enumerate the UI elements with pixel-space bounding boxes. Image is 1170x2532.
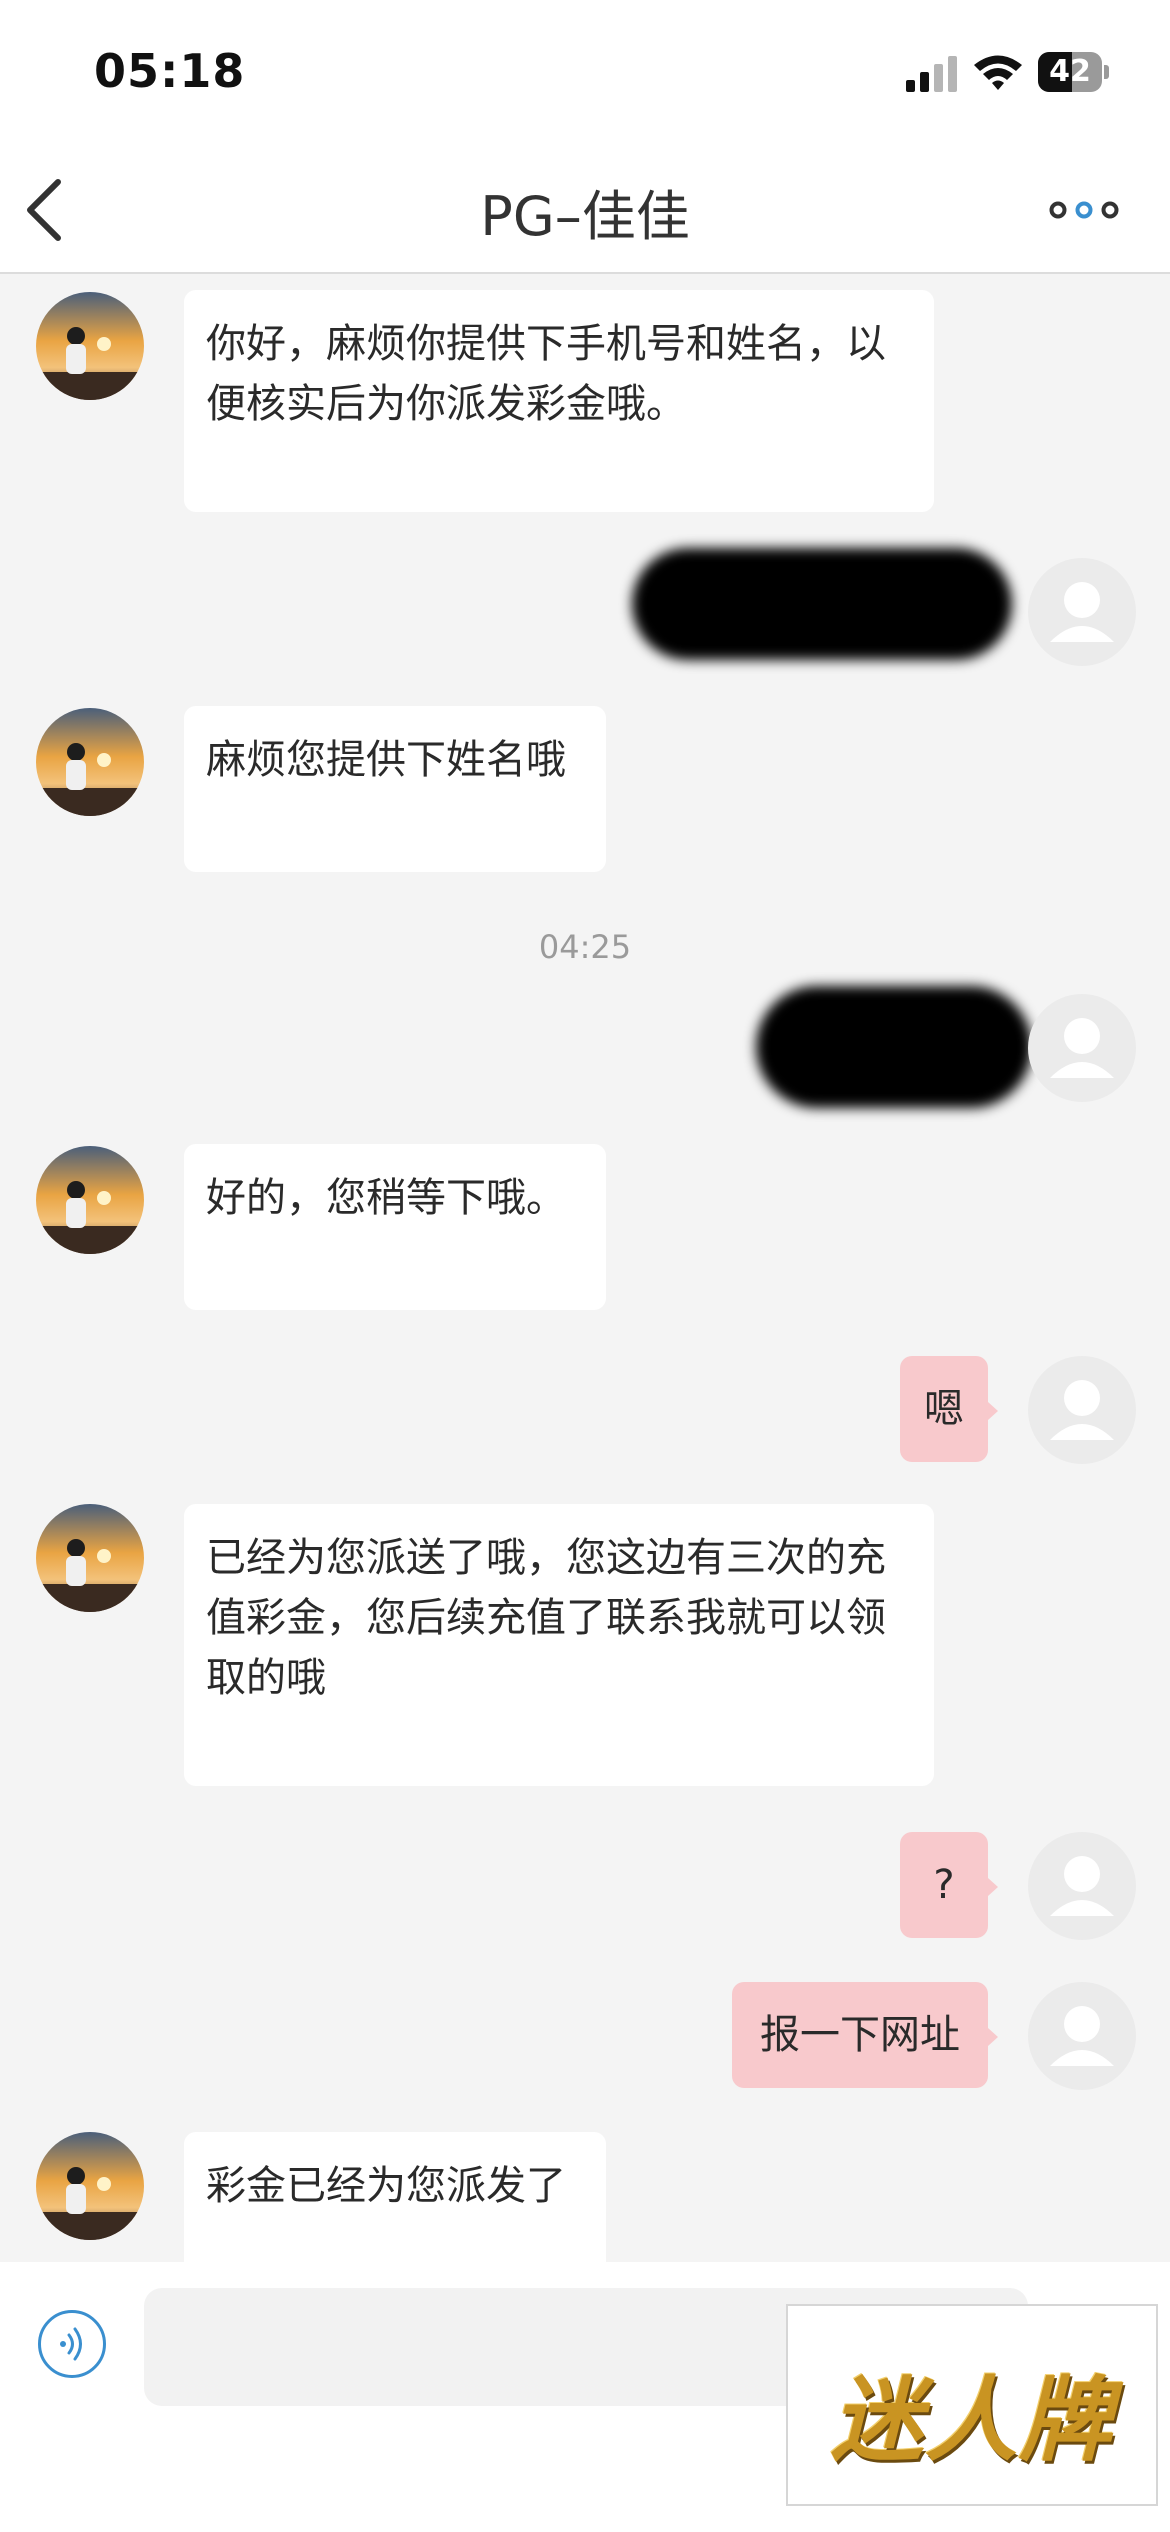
contact-avatar[interactable] <box>36 292 144 400</box>
input-bar: 迷人牌 <box>0 2262 1170 2532</box>
watermark-text: 迷人牌 <box>830 2366 1113 2474</box>
message-bubble[interactable]: 好的，您稍等下哦。 <box>184 1144 606 1310</box>
user-avatar[interactable] <box>1028 558 1136 666</box>
user-avatar[interactable] <box>1028 994 1136 1102</box>
message-bubble[interactable]: 麻烦您提供下姓名哦 <box>184 706 606 872</box>
message-bubble[interactable]: 报一下网址 <box>732 1982 998 2088</box>
wifi-icon <box>974 55 1022 90</box>
message-timestamp: 04:25 <box>538 928 632 966</box>
message-bubble[interactable]: 已经为您派送了哦，您这边有三次的充值彩金，您后续充值了联系我就可以领取的哦 <box>184 1504 934 1786</box>
status-bar: 05:18 42 <box>0 0 1170 150</box>
user-avatar[interactable] <box>1028 1356 1136 1464</box>
signal-icon <box>906 56 957 92</box>
contact-avatar[interactable] <box>36 708 144 816</box>
message-bubble[interactable]: ? <box>900 1832 998 1938</box>
redacted-message <box>632 548 1012 660</box>
message-bubble[interactable]: 嗯 <box>900 1356 998 1462</box>
contact-avatar[interactable] <box>36 1146 144 1254</box>
message-bubble[interactable]: 彩金已经为您派发了 <box>184 2132 606 2262</box>
status-time: 05:18 <box>94 44 246 98</box>
user-avatar[interactable] <box>1028 1832 1136 1940</box>
watermark-logo: 迷人牌 <box>786 2304 1158 2506</box>
battery-icon: 42 <box>1038 52 1109 92</box>
more-dots-icon[interactable] <box>1048 190 1120 230</box>
message-list[interactable]: 你好，麻烦你提供下手机号和姓名，以便核实后为你派发彩金哦。 麻烦您提供下姓名哦 … <box>0 272 1170 2262</box>
user-avatar[interactable] <box>1028 1982 1136 2090</box>
message-bubble[interactable]: 你好，麻烦你提供下手机号和姓名，以便核实后为你派发彩金哦。 <box>184 290 934 512</box>
contact-avatar[interactable] <box>36 1504 144 1612</box>
battery-level: 42 <box>1049 54 1091 89</box>
voice-icon[interactable] <box>38 2310 106 2378</box>
page-title: PG–佳佳 <box>480 185 690 248</box>
contact-avatar[interactable] <box>36 2132 144 2240</box>
chat-header: PG–佳佳 <box>0 150 1170 274</box>
redacted-message <box>756 986 1032 1108</box>
